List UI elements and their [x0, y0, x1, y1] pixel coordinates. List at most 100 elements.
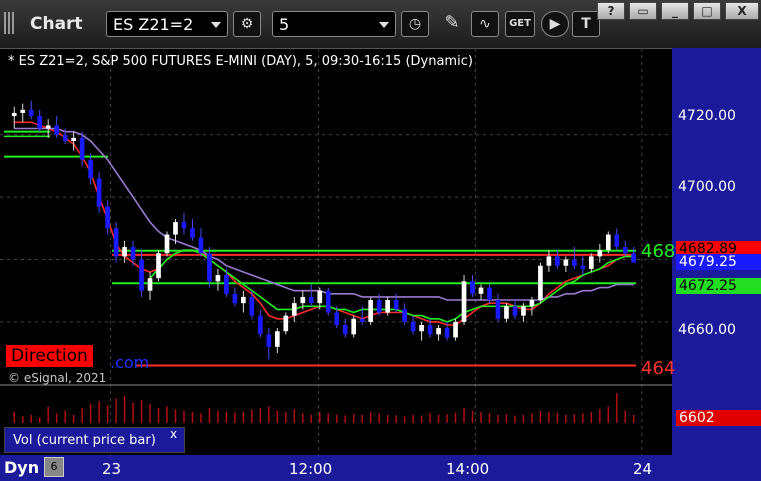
candle-body — [241, 296, 246, 304]
candle-body — [283, 315, 289, 332]
ma-line-green — [149, 249, 634, 323]
candle-body — [45, 125, 51, 129]
candle-body — [470, 281, 475, 294]
text-tool-icon[interactable]: T — [572, 11, 600, 37]
label-green-clipped: 468 — [641, 241, 676, 262]
chevron-down-icon — [211, 22, 221, 28]
gear-icon[interactable]: ⚙ — [233, 11, 261, 37]
candle-body — [232, 293, 238, 304]
x-tick-24: 24 — [633, 460, 653, 478]
candle-body — [37, 116, 43, 129]
candle-body — [88, 159, 93, 179]
candle-body — [130, 247, 136, 260]
candle-body — [580, 265, 586, 269]
candle-body — [538, 265, 543, 301]
drag-grip[interactable] — [4, 12, 18, 36]
candle-body — [359, 318, 365, 322]
candle-body — [521, 306, 526, 316]
candle-body — [105, 206, 110, 229]
candles — [11, 100, 637, 360]
toolbar: Chart ES Z21=2 ⚙ 5 ◷ ✎ ∿ GET ▶ T ? ▭ _ □… — [0, 0, 761, 49]
candle-body — [173, 222, 178, 235]
candle-body — [164, 234, 170, 254]
candle-body — [342, 324, 348, 335]
candle-body — [410, 321, 416, 332]
candle-body — [266, 334, 272, 347]
candle-body — [563, 259, 569, 266]
chevron-down-icon — [379, 22, 389, 28]
play-icon[interactable]: ▶ — [541, 11, 569, 37]
candle-body — [614, 234, 620, 248]
candle-body — [122, 247, 127, 257]
candle-body — [631, 253, 637, 263]
candle-body — [597, 250, 603, 257]
minimize-button[interactable]: _ — [661, 2, 689, 20]
candle-body — [572, 259, 577, 266]
candle-body — [139, 259, 144, 291]
candle-body — [622, 247, 628, 254]
candle-body — [96, 178, 102, 207]
candle-body — [62, 134, 68, 142]
candle-body — [487, 287, 492, 301]
candle-body — [11, 112, 17, 117]
candle-body — [427, 324, 433, 335]
chart-header: * ES Z21=2, S&P 500 FUTURES E-MINI (DAY)… — [8, 54, 473, 69]
candle-body — [207, 253, 212, 282]
candle-body — [546, 256, 552, 266]
candle-body — [605, 234, 611, 251]
x-tick-23: 23 — [102, 460, 122, 478]
candle-body — [402, 309, 407, 322]
candle-body — [555, 256, 560, 266]
candle-body — [181, 222, 187, 229]
candle-body — [478, 287, 484, 294]
help-button[interactable]: ? — [597, 2, 625, 20]
candle-body — [20, 109, 26, 113]
y-tick-4720: 4720.00 — [678, 108, 736, 124]
candle-body — [113, 228, 119, 257]
candle-body — [453, 321, 458, 338]
candle-body — [300, 296, 306, 304]
candle-body — [258, 315, 263, 335]
candle-body — [368, 300, 374, 322]
candle-body — [436, 328, 441, 335]
candle-body — [274, 331, 280, 347]
candle-body — [393, 300, 399, 310]
close-button[interactable]: X — [725, 2, 759, 20]
y-tick-4660: 4660.00 — [678, 322, 736, 338]
candle-body — [79, 137, 85, 160]
volume-pane-label: Vol (current price bar) — [4, 427, 185, 453]
clock-icon[interactable]: ◷ — [401, 11, 429, 37]
maximize-button[interactable]: □ — [693, 2, 721, 20]
close-icon[interactable]: x — [170, 427, 177, 441]
candle-body — [71, 137, 76, 142]
candle-body — [529, 300, 535, 307]
restore-button[interactable]: ▭ — [629, 2, 657, 20]
study-icon[interactable]: ∿ — [471, 11, 499, 37]
x-tick-1200: 12:00 — [289, 460, 333, 478]
candle-body — [334, 312, 340, 325]
symbol-value: ES Z21=2 — [113, 15, 194, 34]
candle-body — [504, 306, 509, 319]
get-label: GET — [509, 18, 531, 29]
candle-body — [385, 300, 390, 313]
candle-body — [147, 278, 153, 291]
candle-body — [317, 290, 323, 304]
candle-body — [215, 275, 221, 282]
candle-body — [461, 281, 467, 322]
direction-watermark: Direction — [6, 345, 93, 367]
get-button[interactable]: GET — [505, 11, 535, 37]
candle-body — [224, 275, 229, 294]
chart-plot — [0, 48, 672, 455]
horizontal-lines — [4, 130, 636, 367]
volume-tag: 6602 — [676, 410, 761, 426]
price-tag-green: 4672.25 — [676, 278, 761, 294]
candle-body — [198, 237, 204, 254]
y-tick-4700: 4700.00 — [678, 179, 736, 195]
candle-body — [291, 303, 297, 316]
dyn-button[interactable]: 6 — [44, 457, 64, 477]
copyright: © eSignal, 2021 — [8, 371, 107, 385]
interval-select[interactable]: 5 — [272, 11, 396, 37]
pencil-icon[interactable]: ✎ — [438, 11, 466, 37]
symbol-select[interactable]: ES Z21=2 — [106, 11, 228, 37]
candle-body — [190, 228, 195, 238]
